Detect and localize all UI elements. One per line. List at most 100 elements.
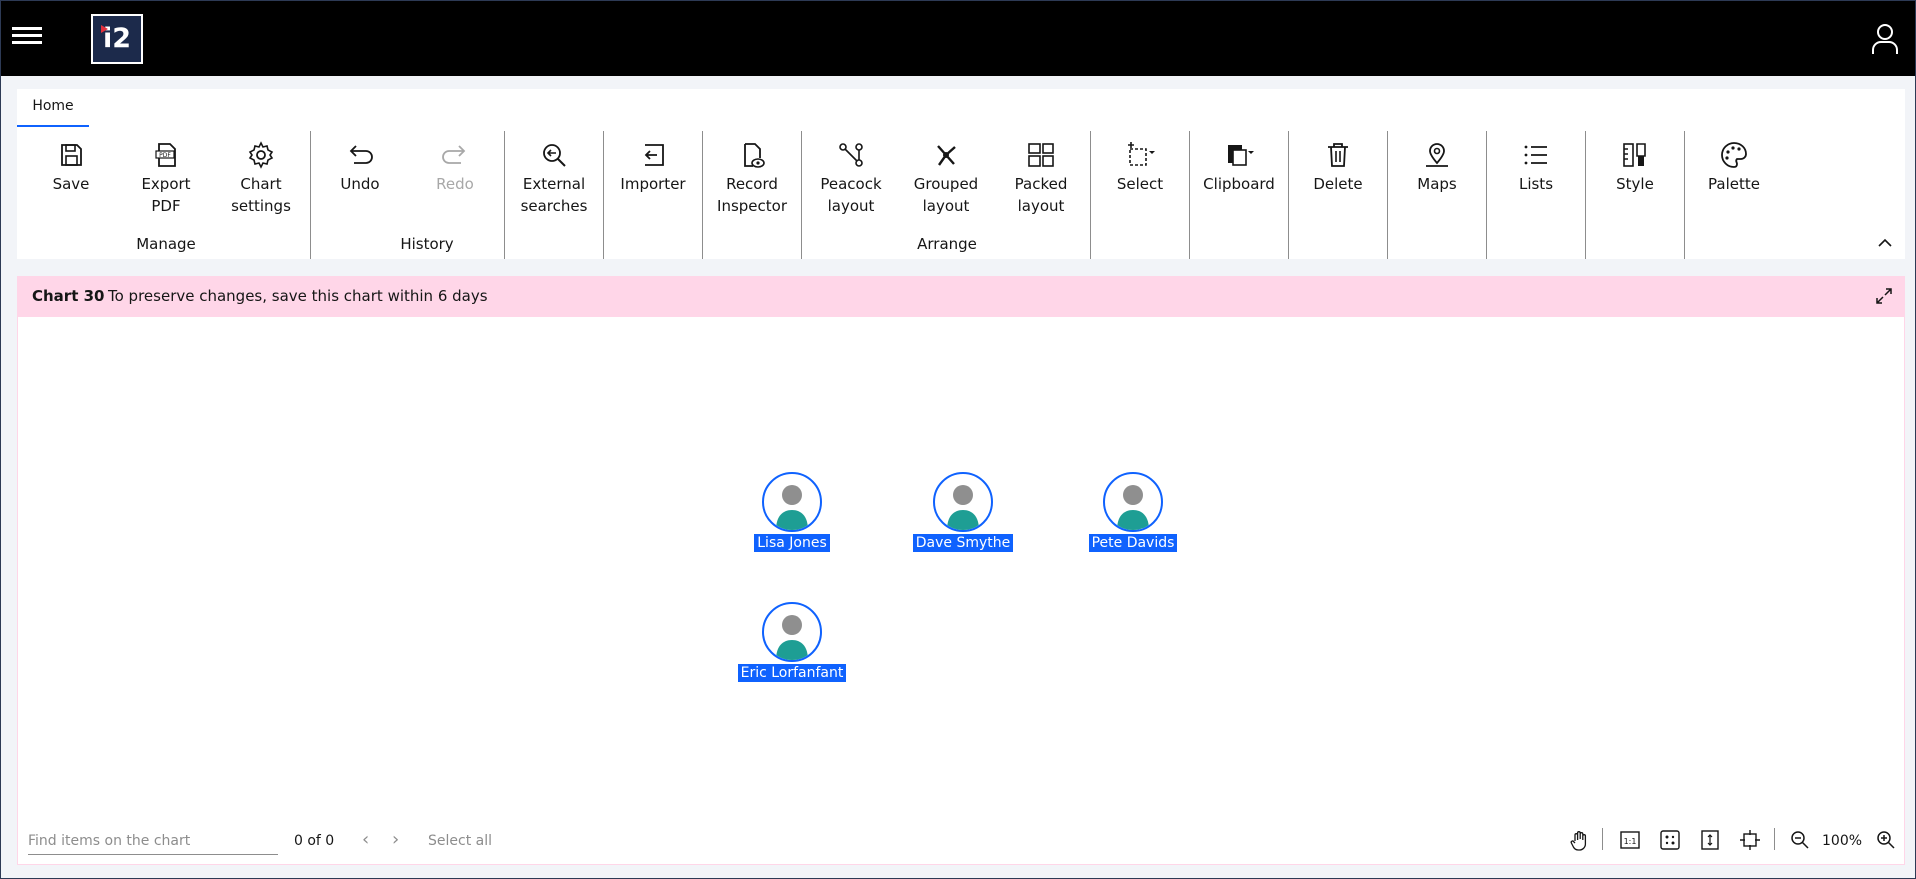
trash-icon bbox=[1328, 143, 1348, 167]
person-icon bbox=[762, 472, 822, 532]
actual-size-icon[interactable]: 1:1 bbox=[1618, 828, 1642, 852]
maps-button[interactable]: Maps bbox=[1392, 139, 1482, 195]
grouped-layout-icon bbox=[937, 145, 956, 166]
gear-icon bbox=[248, 141, 274, 169]
person-icon bbox=[933, 472, 993, 532]
group-arrange-label: Arrange bbox=[917, 235, 977, 253]
record-inspector-button[interactable]: Record Inspector bbox=[707, 139, 797, 217]
select-icon bbox=[1128, 142, 1155, 166]
fit-height-icon[interactable] bbox=[1698, 828, 1722, 852]
peacock-layout-icon bbox=[839, 143, 863, 167]
zoom-in-icon[interactable] bbox=[1874, 828, 1898, 852]
undo-label: Undo bbox=[340, 175, 380, 193]
ribbon-separator bbox=[702, 131, 703, 259]
clipboard-button[interactable]: Clipboard bbox=[1194, 139, 1284, 195]
app-window: i2 Home Save PDF Export PDF Chart settin… bbox=[0, 0, 1916, 879]
save-label: Save bbox=[52, 175, 90, 193]
search-result-count: 0 of 0 bbox=[294, 833, 335, 849]
clipboard-label: Clipboard bbox=[1203, 175, 1275, 193]
pdf-icon: PDF bbox=[155, 143, 176, 167]
maximize-icon[interactable] bbox=[1874, 286, 1894, 306]
importer-button[interactable]: Importer bbox=[608, 139, 698, 195]
packed-layout-button[interactable]: Packed layout bbox=[996, 139, 1086, 217]
importer-icon bbox=[644, 144, 664, 166]
lists-button[interactable]: Lists bbox=[1491, 139, 1581, 195]
importer-label: Importer bbox=[620, 175, 686, 193]
menu-icon[interactable] bbox=[9, 23, 45, 55]
svg-text:PDF: PDF bbox=[159, 152, 171, 159]
record-inspector-icon bbox=[744, 143, 765, 168]
palette-label: Palette bbox=[1708, 175, 1760, 193]
external-searches-button[interactable]: External searches bbox=[509, 139, 599, 217]
previous-result-icon[interactable]: ‹ bbox=[362, 831, 380, 851]
node-label: Eric Lorfanfant bbox=[737, 664, 847, 682]
top-bar: i2 bbox=[1, 1, 1915, 76]
save-reminder-message: To preserve changes, save this chart wit… bbox=[108, 287, 488, 305]
toolbar-separator bbox=[1774, 828, 1775, 850]
select-button[interactable]: Select bbox=[1095, 139, 1185, 195]
svg-text:1:1: 1:1 bbox=[1624, 837, 1637, 846]
person-icon bbox=[762, 602, 822, 662]
pan-hand-icon[interactable] bbox=[1568, 828, 1592, 852]
i2-logo[interactable]: i2 bbox=[91, 14, 143, 64]
entity-node[interactable]: Lisa Jones bbox=[732, 472, 852, 552]
export-pdf-label: Export PDF bbox=[141, 175, 191, 215]
entity-node[interactable]: Eric Lorfanfant bbox=[732, 602, 852, 682]
palette-button[interactable]: Palette bbox=[1689, 139, 1779, 195]
ribbon-separator bbox=[1189, 131, 1190, 259]
packed-layout-icon bbox=[1028, 143, 1054, 167]
center-chart-icon[interactable] bbox=[1738, 828, 1762, 852]
zoom-level: 100% bbox=[1822, 833, 1863, 849]
select-all-button[interactable]: Select all bbox=[428, 833, 492, 849]
entity-node[interactable]: Dave Smythe bbox=[903, 472, 1023, 552]
ribbon-separator bbox=[1486, 131, 1487, 259]
ribbon-separator bbox=[1090, 131, 1091, 259]
chart-panel[interactable]: Chart 30 To preserve changes, save this … bbox=[17, 276, 1905, 865]
ribbon-separator bbox=[504, 131, 505, 259]
node-label: Dave Smythe bbox=[912, 534, 1014, 552]
peacock-layout-button[interactable]: Peacock layout bbox=[806, 139, 896, 217]
undo-button[interactable]: Undo bbox=[315, 139, 405, 195]
grouped-layout-button[interactable]: Grouped layout bbox=[901, 139, 991, 217]
record-inspector-label: Record Inspector bbox=[717, 175, 787, 215]
delete-button[interactable]: Delete bbox=[1293, 139, 1383, 195]
next-result-icon[interactable]: › bbox=[392, 831, 410, 851]
fit-selection-icon[interactable] bbox=[1658, 828, 1682, 852]
person-icon bbox=[1103, 472, 1163, 532]
external-search-icon bbox=[543, 144, 566, 167]
node-label: Pete Davids bbox=[1088, 534, 1178, 552]
ribbon-separator bbox=[310, 131, 311, 259]
zoom-out-icon[interactable] bbox=[1788, 828, 1812, 852]
tab-home[interactable]: Home bbox=[17, 91, 89, 127]
style-icon bbox=[1623, 143, 1646, 167]
redo-icon bbox=[442, 145, 466, 164]
export-pdf-button[interactable]: PDF Export PDF bbox=[121, 139, 211, 217]
find-items-input[interactable] bbox=[28, 827, 278, 855]
save-button[interactable]: Save bbox=[26, 139, 116, 195]
clipboard-icon bbox=[1228, 145, 1254, 166]
grouped-layout-label: Grouped layout bbox=[913, 175, 979, 215]
redo-button[interactable]: Redo bbox=[410, 139, 500, 195]
save-icon bbox=[61, 144, 82, 166]
group-manage-label: Manage bbox=[136, 235, 196, 253]
chart-title: Chart 30 bbox=[32, 287, 105, 305]
ribbon-separator bbox=[603, 131, 604, 259]
delete-label: Delete bbox=[1313, 175, 1363, 193]
style-button[interactable]: Style bbox=[1590, 139, 1680, 195]
chart-banner: Chart 30 To preserve changes, save this … bbox=[18, 277, 1904, 317]
undo-icon bbox=[349, 145, 373, 164]
ribbon-separator bbox=[1288, 131, 1289, 259]
chart-settings-button[interactable]: Chart settings bbox=[216, 139, 306, 217]
ribbon-separator bbox=[1585, 131, 1586, 259]
toolbar-separator bbox=[1602, 828, 1603, 850]
map-pin-icon bbox=[1426, 143, 1448, 167]
redo-label: Redo bbox=[436, 175, 474, 193]
ribbon-separator bbox=[1387, 131, 1388, 259]
list-icon bbox=[1524, 145, 1547, 165]
palette-icon bbox=[1721, 142, 1747, 168]
packed-layout-label: Packed layout bbox=[1014, 175, 1068, 215]
chevron-up-icon[interactable] bbox=[1875, 233, 1895, 253]
user-icon[interactable] bbox=[1871, 23, 1899, 55]
entity-node[interactable]: Pete Davids bbox=[1073, 472, 1193, 552]
chart-settings-label: Chart settings bbox=[231, 175, 291, 215]
